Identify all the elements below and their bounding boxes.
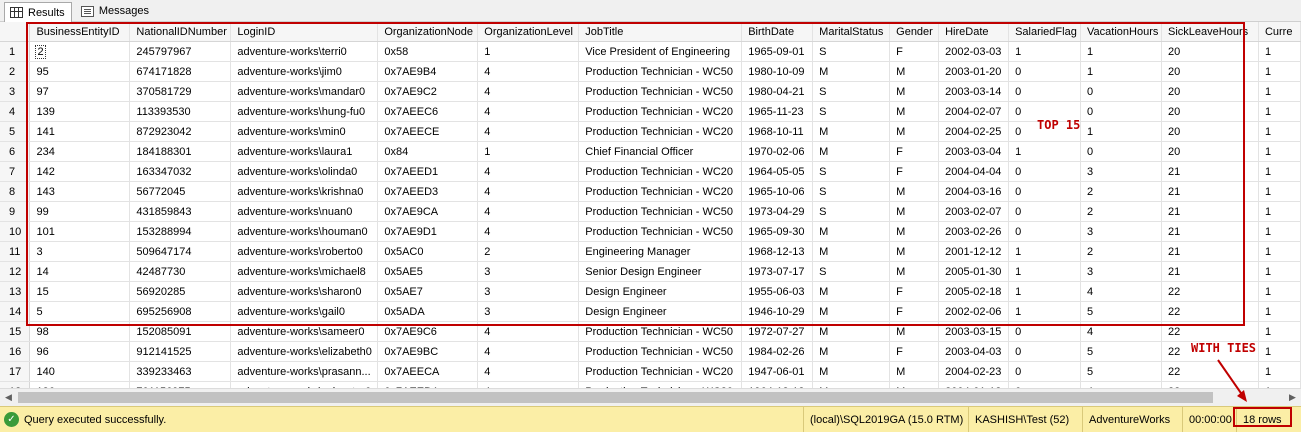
- table-cell[interactable]: 1: [1258, 321, 1301, 342]
- status-elapsed: 00:00:00: [1182, 407, 1236, 432]
- with-ties-label: WITH TIES: [1191, 341, 1257, 355]
- status-database: AdventureWorks: [1082, 407, 1182, 432]
- status-user-text: KASHISH\Test (52): [975, 413, 1070, 426]
- table-cell[interactable]: adventure-works\elizabeth0: [230, 341, 379, 362]
- table-cell[interactable]: M: [812, 361, 891, 382]
- table-cell[interactable]: 1: [1258, 221, 1301, 242]
- table-cell[interactable]: 1: [1258, 361, 1301, 382]
- table-row[interactable]: 17 140 339233463 adventure-works\prasann...…: [0, 361, 1301, 382]
- scroll-right-icon[interactable]: ▶: [1284, 389, 1301, 406]
- table-cell[interactable]: 1: [1258, 281, 1301, 302]
- table-cell[interactable]: 1: [1258, 161, 1301, 182]
- table-cell[interactable]: 1: [1258, 201, 1301, 222]
- table-cell[interactable]: 1: [1258, 261, 1301, 282]
- table-cell[interactable]: 1: [1258, 181, 1301, 202]
- row-number[interactable]: 16: [0, 341, 31, 362]
- table-cell[interactable]: Production Technician - WC20: [578, 361, 743, 382]
- status-server-text: (local)\SQL2019GA (15.0 RTM): [810, 413, 964, 426]
- table-cell[interactable]: 0x7AEECA: [377, 361, 479, 382]
- tab-results-label: Results: [28, 6, 65, 19]
- table-cell[interactable]: 5: [1080, 341, 1163, 362]
- table-cell[interactable]: M: [889, 361, 940, 382]
- table-cell[interactable]: 4: [477, 361, 580, 382]
- table-cell[interactable]: Production Technician - WC50: [578, 341, 743, 362]
- grid-icon: [10, 7, 23, 18]
- status-elapsed-text: 00:00:00: [1189, 413, 1232, 426]
- scroll-left-icon[interactable]: ◀: [0, 389, 17, 406]
- scrollbar-thumb[interactable]: [18, 392, 1213, 403]
- status-bar: ✓ Query executed successfully. (local)\S…: [0, 406, 1301, 432]
- table-cell[interactable]: 1984-02-26: [741, 341, 814, 362]
- table-cell[interactable]: 1: [1258, 61, 1301, 82]
- with-ties-arrow-icon: [1217, 359, 1247, 402]
- messages-icon: [81, 5, 94, 17]
- table-cell[interactable]: 1: [1258, 341, 1301, 362]
- status-message: Query executed successfully.: [24, 413, 167, 426]
- table-cell[interactable]: 1: [1258, 41, 1301, 62]
- table-cell[interactable]: 1: [1258, 301, 1301, 322]
- table-cell[interactable]: 0: [1008, 361, 1082, 382]
- table-cell[interactable]: 2003-04-03: [938, 341, 1010, 362]
- row-count-highlight-box: [1233, 407, 1292, 427]
- table-cell[interactable]: 0: [1008, 341, 1082, 362]
- table-cell[interactable]: adventure-works\prasann...: [230, 361, 379, 382]
- tab-messages[interactable]: Messages: [76, 2, 154, 20]
- top-15-label: TOP 15: [1037, 118, 1081, 132]
- table-cell[interactable]: 0x7AE9BC: [377, 341, 479, 362]
- table-cell[interactable]: M: [812, 341, 891, 362]
- status-user: KASHISH\Test (52): [968, 407, 1082, 432]
- table-row[interactable]: 16 96 912141525 adventure-works\elizabeth0 0…: [0, 341, 1301, 362]
- table-cell[interactable]: 1: [1258, 121, 1301, 142]
- status-server: (local)\SQL2019GA (15.0 RTM): [803, 407, 968, 432]
- table-cell[interactable]: 96: [29, 341, 131, 362]
- tab-messages-label: Messages: [98, 5, 149, 17]
- top-15-highlight-box: [26, 22, 1245, 326]
- table-cell[interactable]: 5: [1080, 361, 1163, 382]
- column-header[interactable]: Curre: [1258, 22, 1301, 42]
- table-cell[interactable]: F: [889, 341, 940, 362]
- row-number[interactable]: 17: [0, 361, 31, 382]
- table-cell[interactable]: 1: [1258, 241, 1301, 262]
- table-cell[interactable]: 2004-02-23: [938, 361, 1010, 382]
- table-cell[interactable]: 1: [1258, 101, 1301, 122]
- status-database-text: AdventureWorks: [1089, 413, 1171, 426]
- table-cell[interactable]: 1: [1258, 81, 1301, 102]
- table-cell[interactable]: 912141525: [129, 341, 232, 362]
- table-cell[interactable]: 1947-06-01: [741, 361, 814, 382]
- tab-results[interactable]: Results: [4, 2, 72, 22]
- horizontal-scrollbar[interactable]: ◀ ▶: [0, 388, 1301, 406]
- table-cell[interactable]: 339233463: [129, 361, 232, 382]
- table-cell[interactable]: 140: [29, 361, 131, 382]
- table-cell[interactable]: 1: [1258, 141, 1301, 162]
- table-cell[interactable]: 4: [477, 341, 580, 362]
- success-check-icon: ✓: [4, 412, 19, 427]
- results-tab-strip: Results Messages: [0, 0, 1301, 22]
